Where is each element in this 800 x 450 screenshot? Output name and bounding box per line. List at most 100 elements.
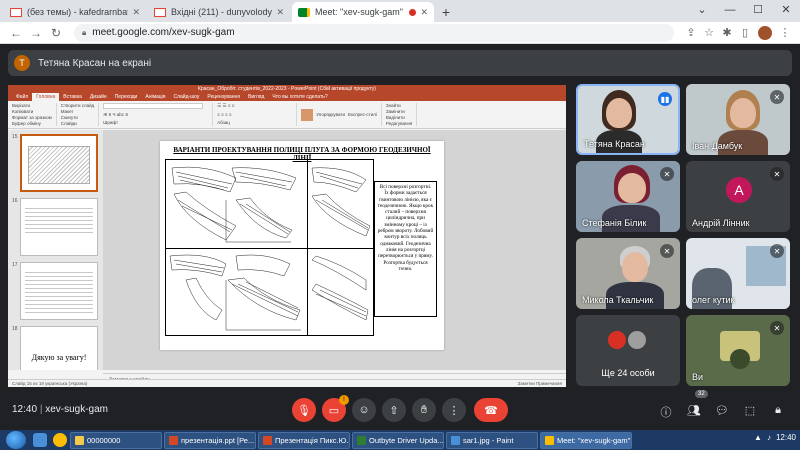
ribbon-group-slides: Створити слайд Макет Скинути Слайди [61, 103, 100, 126]
close-icon[interactable]: ✕ [132, 7, 140, 18]
forward-icon[interactable]: → [26, 26, 46, 40]
chrome-icon[interactable] [53, 433, 67, 447]
browser-tab-1[interactable]: (без темы) - kafedrarnbati@gm ✕ [4, 2, 146, 22]
more-vert-icon: ⋮ [448, 404, 460, 417]
back-icon[interactable]: ← [6, 26, 26, 40]
network-icon[interactable]: ▲ [754, 433, 762, 442]
minimize-icon[interactable]: — [716, 0, 744, 20]
more-options-button[interactable]: ⋮ [442, 398, 466, 422]
participant-name: Андрій Лінник [692, 218, 750, 228]
mic-off-icon: ✕ [660, 244, 674, 258]
ribbon-group-clipboard: Вирізати Копіювати Формат за зразком Буф… [12, 103, 57, 126]
more-participants-tile[interactable]: Ще 24 особи [576, 315, 680, 386]
close-icon[interactable]: ✕ [276, 7, 284, 18]
participant-tile[interactable]: ✕ Іван Дамбук [686, 84, 790, 155]
self-tile[interactable]: ✕ Ви [686, 315, 790, 386]
meeting-time: 12:40 [12, 404, 38, 415]
tab-label: (без темы) - kafedrarnbati@gm [27, 7, 129, 17]
start-button[interactable] [6, 431, 26, 449]
ribbon-tab: Вставка [63, 94, 82, 100]
ribbon-tab: Что вы хотите сделать? [272, 94, 328, 100]
slide-thumbnail[interactable]: 16 [12, 198, 99, 256]
browser-tab-meet[interactable]: Meet: "xev-sugk-gam" ✕ [292, 2, 434, 22]
thumbnail-image: Дякую за увагу! [20, 326, 98, 370]
meeting-control-bar: 12:40 | xev-sugk-gam 🎙︎ ▭! ☺ ⇧ ✋︎ ⋮ ☎︎ ⓘ… [0, 392, 800, 428]
host-controls-icon[interactable]: 🔒︎ [770, 404, 786, 417]
new-tab-button[interactable]: + [436, 2, 456, 22]
slide-number: 15 [12, 134, 18, 140]
sidebar-icon[interactable]: ▯ [736, 26, 754, 39]
taskbar-item-label: 00000000 [87, 435, 121, 445]
ribbon-label: Шрифт [103, 120, 119, 125]
mic-off-icon: ✕ [770, 90, 784, 104]
participant-tile[interactable]: ✕ Стефанія Білик [576, 161, 680, 232]
mic-off-icon: ✕ [770, 167, 784, 181]
volume-icon[interactable]: ♪ [767, 433, 771, 442]
taskbar-item-label: Outbyte Driver Upda... [369, 435, 444, 445]
taskbar-item[interactable]: 00000000 [70, 431, 162, 449]
extensions-icon[interactable]: ✱ [718, 26, 736, 39]
slide-thumbnails: 15 16 17 18 Дякую за увагу! [8, 130, 103, 370]
taskbar-item[interactable]: Meet: "xev-sugk-gam" [540, 431, 632, 449]
menu-icon[interactable]: ⋮ [776, 26, 794, 39]
participant-tile[interactable]: ✕ Микола Ткальчик [576, 238, 680, 309]
browser-tab-2[interactable]: Вхідні (211) - dunyvolodya@gma ✕ [148, 2, 290, 22]
tab-label: Meet: "xev-sugk-gam" [315, 7, 403, 17]
slide-number: 17 [12, 262, 18, 268]
chevron-down-icon[interactable]: ⌄ [688, 0, 716, 20]
close-window-icon[interactable]: ✕ [772, 0, 800, 20]
mic-off-icon: 🎙︎ [297, 404, 311, 417]
people-icon[interactable]: 👥︎ [686, 404, 702, 417]
ribbon-group-drawing: Упорядкувати Експрес-стилі [301, 103, 382, 126]
plough-drawings [169, 166, 371, 331]
camera-toggle-button[interactable]: ▭! [322, 395, 349, 422]
taskbar-item[interactable]: Outbyte Driver Upda... [352, 431, 444, 449]
participant-avatar [608, 331, 626, 349]
info-icon[interactable]: ⓘ [658, 404, 674, 420]
taskbar-item[interactable]: sar1.jpg - Paint [446, 431, 538, 449]
close-icon[interactable]: ✕ [420, 7, 428, 18]
reload-icon[interactable]: ↻ [46, 26, 66, 40]
participant-tile[interactable]: А ✕ Андрій Лінник [686, 161, 790, 232]
ribbon-label: Упорядкувати [316, 111, 345, 117]
participant-avatar: А [726, 177, 752, 203]
bookmark-star-icon[interactable]: ☆ [700, 26, 718, 39]
tab-label: Вхідні (211) - dunyvolodya@gma [171, 7, 272, 17]
ribbon-tab: Анімація [145, 94, 166, 100]
present-button[interactable]: ⇧ [382, 398, 406, 422]
profile-avatar[interactable] [758, 25, 772, 40]
ribbon-group-paragraph: ☰ ☰ ≡ ≡ ≡ ≡ ≡ ≡ Абзац [217, 103, 298, 126]
ribbon: Вирізати Копіювати Формат за зразком Буф… [8, 101, 566, 129]
clock[interactable]: 12:40 [776, 433, 796, 442]
presenter-banner: Т Тетяна Красан на екрані [8, 50, 792, 76]
ribbon-label: Абзац [217, 120, 230, 125]
chat-icon[interactable]: 💬︎ [714, 404, 730, 417]
maximize-icon[interactable]: ☐ [744, 0, 772, 20]
slide-thumbnail[interactable]: 15 [12, 134, 99, 192]
leave-call-button[interactable]: ☎︎ [474, 398, 508, 422]
raise-hand-button[interactable]: ✋︎ [412, 398, 436, 422]
more-participants-label: Ще 24 особи [601, 368, 655, 378]
presenter-text: Тетяна Красан на екрані [38, 57, 152, 69]
current-slide[interactable]: ВАРІАНТИ ПРОЕКТУВАННЯ ПОЛИЦІ ПЛУГА ЗА ФО… [160, 141, 444, 350]
slide-thumbnail[interactable]: 18 Дякую за увагу! [12, 326, 99, 370]
taskbar-item[interactable]: презентація.ppt [Ре... [164, 431, 256, 449]
participant-tile[interactable]: ▮▮ Тетяна Красан [576, 84, 680, 155]
shapes-icon [301, 108, 314, 121]
taskbar-item[interactable]: Презентація Пикс.Ю... [258, 431, 350, 449]
ie-icon[interactable] [33, 433, 47, 447]
share-icon[interactable]: ⇪ [682, 26, 700, 39]
ribbon-tab: Вигляд [247, 94, 265, 100]
url-text: meet.google.com/xev-sugk-gam [92, 27, 235, 38]
status-right: Заметки Примечания [517, 381, 562, 386]
participant-tile[interactable]: ✕ олег кутик [686, 238, 790, 309]
lock-icon[interactable]: 🔒︎ [82, 28, 86, 38]
taskbar-item-label: презентація.ppt [Ре... [181, 435, 255, 445]
activities-icon[interactable]: ⬚ [742, 404, 758, 417]
slide-thumbnail[interactable]: 17 [12, 262, 99, 320]
shared-screen[interactable]: Красан_Обробіт. студентів_2022-2023 - Po… [8, 85, 566, 387]
address-bar[interactable]: 🔒︎ meet.google.com/xev-sugk-gam [74, 23, 674, 42]
reactions-button[interactable]: ☺ [352, 398, 376, 422]
taskbar-item-label: Meet: "xev-sugk-gam" [557, 435, 631, 445]
mic-toggle-button[interactable]: 🎙︎ [292, 398, 316, 422]
